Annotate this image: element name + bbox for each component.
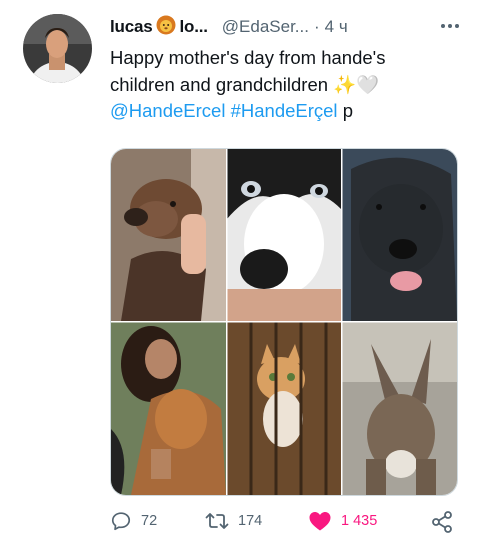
heart-filled-icon <box>309 512 331 531</box>
tweet-header: lucas lo... @EdaSer... · 4 ч <box>110 14 460 40</box>
retweet-count: 174 <box>238 513 263 529</box>
hashtag-link[interactable]: #HandeErçel <box>231 100 338 121</box>
user-handle[interactable]: @EdaSer... <box>222 17 309 37</box>
tweet-timestamp[interactable]: 4 ч <box>325 17 348 37</box>
tweet-actions: 72 174 1 435 <box>110 510 460 536</box>
photo-black-dog <box>342 149 457 321</box>
white-heart-emoji: 🤍 <box>356 73 380 95</box>
retweet-button[interactable]: 174 <box>205 510 262 532</box>
lion-emoji-icon <box>156 15 176 40</box>
like-button[interactable]: 1 435 <box>308 510 377 532</box>
media-collage <box>111 149 457 495</box>
reply-count: 72 <box>141 513 158 529</box>
retweet-icon <box>205 513 229 529</box>
like-count: 1 435 <box>341 513 378 529</box>
reply-icon <box>111 512 131 531</box>
display-name-suffix[interactable]: lo... <box>179 17 207 37</box>
sparkles-emoji: ✨ <box>333 73 357 95</box>
separator-dot: · <box>313 17 320 36</box>
share-icon <box>432 511 452 533</box>
tweet-text-line-3: @HandeErcel #HandeErçel p <box>110 98 460 125</box>
more-dots-icon[interactable] <box>440 16 460 32</box>
photo-woman-with-dog <box>111 322 226 495</box>
tweet-text: Happy mother's day from hande's children… <box>110 45 460 125</box>
reply-button[interactable]: 72 <box>110 510 157 532</box>
avatar[interactable] <box>23 14 92 83</box>
tweet-text-line-2-text: children and grandchildren <box>110 73 329 95</box>
photo-bw-dog <box>227 149 341 321</box>
tweet-text-line-1: Happy mother's day from hande's <box>110 47 386 68</box>
photo-donkey <box>342 322 457 495</box>
photo-kitten-in-basket <box>227 322 341 495</box>
display-name[interactable]: lucas <box>110 17 153 37</box>
avatar-image <box>23 14 92 83</box>
mention-link[interactable]: @HandeErcel <box>110 100 225 121</box>
trailing-text: p <box>342 100 353 121</box>
share-button[interactable] <box>430 510 454 534</box>
photo-brown-dog <box>111 149 226 321</box>
tweet-text-line-2: children and grandchildren ✨🤍 <box>110 72 460 99</box>
tweet-media[interactable] <box>110 148 458 496</box>
